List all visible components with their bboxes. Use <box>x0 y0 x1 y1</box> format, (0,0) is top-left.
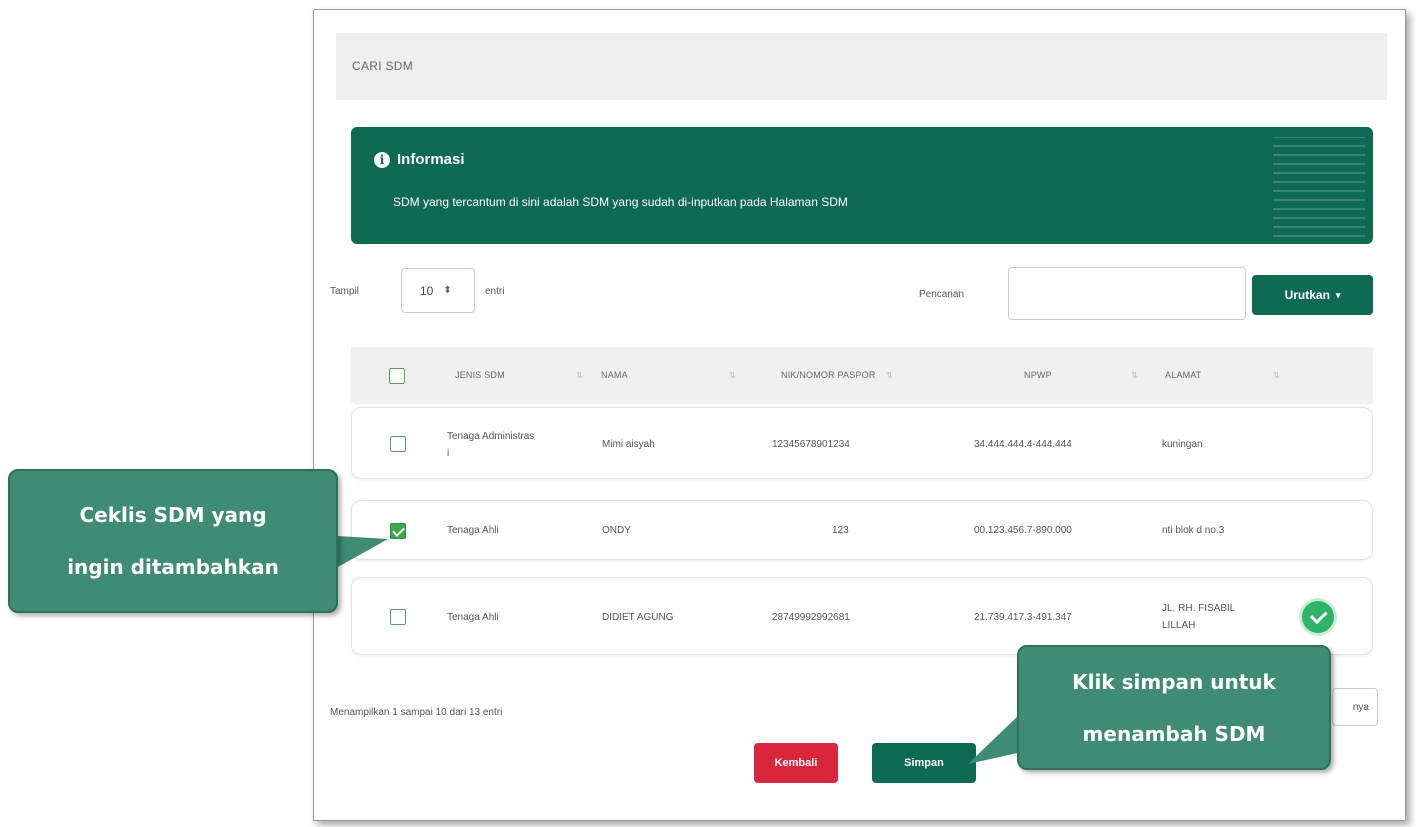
sort-icon[interactable]: ⇅ <box>729 347 736 404</box>
cell-nama: DIDIET AGUNG <box>602 612 674 623</box>
table-row[interactable]: Tenaga Ahli ONDY 123 00.123.456.7-890.00… <box>351 500 1373 560</box>
sort-icon[interactable]: ⇅ <box>1131 347 1138 404</box>
cell-alamat: nti blok d no.3 <box>1162 525 1225 536</box>
verified-check-icon <box>1302 601 1334 633</box>
save-button[interactable]: Simpan <box>872 743 976 783</box>
header-nama[interactable]: NAMA <box>601 347 628 404</box>
cell-alamat: JL. RH. FISABIL LILLAH <box>1162 603 1235 631</box>
search-input[interactable] <box>1008 267 1246 320</box>
panel-title: CARI SDM <box>336 33 1387 100</box>
cell-npwp: 21.739.417.3-491.347 <box>974 612 1072 623</box>
cell-jenis-sdm: Tenaga Ahli <box>447 612 499 623</box>
show-entries-label: Tampil <box>330 286 359 297</box>
next-page-label: nya <box>1352 701 1369 713</box>
info-circle-icon: i <box>374 151 390 168</box>
info-text: SDM yang tercantum di sini adalah SDM ya… <box>393 195 848 209</box>
select-arrows-icon: ⬍ <box>443 285 452 296</box>
caret-down-icon: ▾ <box>1335 289 1341 300</box>
cell-nik: 123 <box>832 525 849 536</box>
callout-save: Klik simpan untuk menambah SDM <box>1017 645 1331 770</box>
entries-per-page-value: 10 <box>420 283 434 298</box>
pagination-summary: Menampilkan 1 sampai 10 dari 13 entri <box>330 707 503 718</box>
cell-nik: 12345678901234 <box>772 439 850 450</box>
table-row[interactable]: Tenaga Administrasi Mimi aisyah 12345678… <box>351 407 1373 479</box>
row-checkbox-checked[interactable] <box>390 523 406 539</box>
cell-npwp: 34.444.444.4-444.444 <box>974 439 1072 450</box>
info-title: Informasi <box>397 151 465 168</box>
cell-nik: 28749992992681 <box>772 612 850 623</box>
sort-icon[interactable]: ⇅ <box>1273 347 1280 404</box>
callout-save-line2: menambah SDM <box>1082 721 1266 746</box>
row-checkbox[interactable] <box>390 436 406 452</box>
cell-nama: ONDY <box>602 525 631 536</box>
callout-save-line1: Klik simpan untuk <box>1072 669 1276 694</box>
info-alert: i Informasi SDM yang tercantum di sini a… <box>351 127 1373 244</box>
info-title-row: i Informasi <box>374 151 465 168</box>
row-checkbox[interactable] <box>390 609 406 625</box>
sort-icon[interactable]: ⇅ <box>576 347 583 404</box>
select-all-checkbox[interactable] <box>389 368 405 384</box>
table-row[interactable]: Tenaga Ahli DIDIET AGUNG 28749992992681 … <box>351 577 1373 655</box>
callout-check-line1: Ceklis SDM yang <box>79 503 267 527</box>
cell-nama: Mimi aisyah <box>602 439 655 450</box>
entries-per-page-select[interactable]: 10 ⬍ <box>401 268 475 313</box>
show-entries-suffix: entri <box>485 286 505 297</box>
cell-jenis-sdm: Tenaga Administrasi <box>447 431 535 459</box>
cell-npwp: 00.123.456.7-890.000 <box>974 525 1072 536</box>
header-alamat[interactable]: ALAMAT <box>1165 347 1202 404</box>
sort-button-label: Urutkan <box>1284 288 1330 302</box>
header-nik[interactable]: NIK/NOMOR PASPOR <box>781 347 876 404</box>
header-jenis-sdm[interactable]: JENIS SDM <box>455 347 505 404</box>
cell-alamat: kuningan <box>1162 439 1203 450</box>
header-npwp[interactable]: NPWP <box>1024 347 1052 404</box>
callout-check-sdm: Ceklis SDM yang ingin ditambahkan <box>8 469 338 613</box>
back-button[interactable]: Kembali <box>754 743 838 783</box>
cell-jenis-sdm: Tenaga Ahli <box>447 525 499 536</box>
table-header: JENIS SDM ⇅ NAMA ⇅ NIK/NOMOR PASPOR ⇅ NP… <box>351 347 1373 404</box>
sort-dropdown-button[interactable]: Urutkan ▾ <box>1252 275 1373 315</box>
callout-check-line2: ingin ditambahkan <box>67 555 279 579</box>
search-label: Pencarian <box>919 289 965 300</box>
sort-icon[interactable]: ⇅ <box>886 347 893 404</box>
next-page-button[interactable]: nya <box>1332 688 1378 726</box>
info-decoration <box>1273 137 1365 237</box>
